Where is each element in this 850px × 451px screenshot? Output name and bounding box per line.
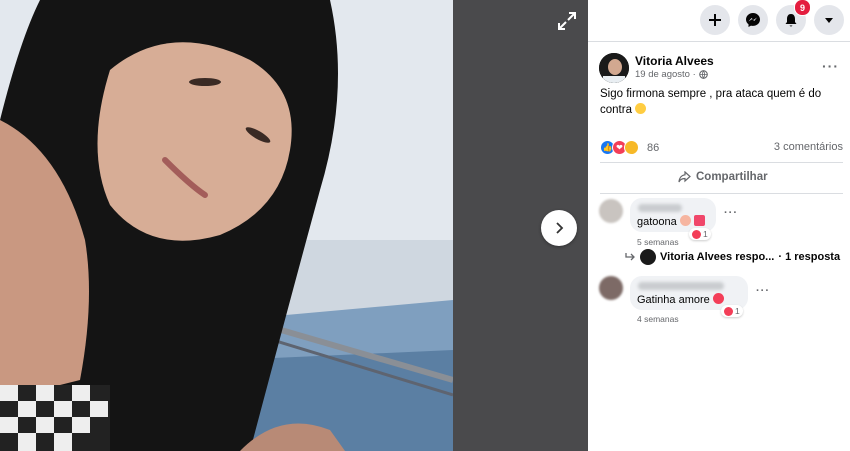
author-name[interactable]: Vitoria Alvees (635, 54, 714, 68)
author-avatar[interactable] (599, 53, 629, 83)
share-icon (678, 171, 691, 183)
hundred-emoji-icon (693, 215, 705, 226)
post-date-text: 19 de agosto · (635, 69, 696, 80)
reply-author: Vitoria Alvees respo... (660, 251, 775, 263)
share-label: Compartilhar (696, 171, 768, 183)
post-panel: 9 Vitoria Alvees 19 de agosto · ··· Sigo… (588, 0, 850, 451)
wow-icon (624, 140, 639, 155)
post-text: Sigo firmona sempre , pra ataca quem é d… (600, 88, 822, 116)
comment-likes-count: 1 (703, 229, 708, 239)
share-button[interactable]: Compartilhar (678, 171, 768, 183)
notification-badge: 9 (794, 0, 811, 16)
photo-viewer (0, 0, 588, 451)
reply-count: · 1 resposta (778, 251, 841, 263)
chevron-right-icon (556, 222, 564, 234)
comment-text-row: Gatinha amore (637, 293, 724, 306)
view-replies-link[interactable]: Vitoria Alvees respo... · 1 resposta (624, 249, 840, 265)
comment-options-icon[interactable]: ··· (724, 207, 738, 219)
divider (600, 193, 843, 194)
next-photo-button[interactable] (541, 210, 577, 246)
commenter-name-blurred (638, 204, 682, 212)
comment-bubble: gatoona (630, 198, 716, 232)
reply-arrow-icon (625, 253, 635, 261)
photo-illustration (0, 0, 453, 451)
comment-likes[interactable]: 1 (721, 305, 743, 317)
create-button[interactable] (700, 5, 730, 35)
account-menu-button[interactable] (814, 5, 844, 35)
grinning-emoji-icon (635, 103, 647, 114)
divider (588, 41, 850, 42)
caret-down-icon (825, 18, 833, 23)
post-text-block: Sigo firmona sempre , pra ataca quem é d… (600, 86, 840, 118)
love-icon (692, 229, 701, 239)
commenter-avatar[interactable] (599, 199, 623, 223)
post-options-icon[interactable]: ··· (822, 58, 839, 74)
expand-icon[interactable] (556, 10, 578, 32)
comment-text: gatoona (637, 216, 677, 228)
post-date[interactable]: 19 de agosto · (635, 69, 708, 80)
plus-icon (709, 14, 721, 26)
commenter-avatar[interactable] (599, 276, 623, 300)
comment-options-icon[interactable]: ··· (756, 285, 770, 297)
messenger-icon (746, 13, 760, 27)
comments-count[interactable]: 3 comentários (774, 141, 843, 153)
comment-likes[interactable]: 1 (689, 228, 711, 240)
heart-emoji-icon (712, 293, 724, 304)
comment-time[interactable]: 4 semanas (637, 314, 679, 324)
heart-eyes-emoji-icon (679, 215, 691, 226)
reaction-icons[interactable]: 👍 ❤ (600, 140, 639, 155)
reply-avatar (640, 249, 656, 265)
comment-likes-count: 1 (735, 306, 740, 316)
commenter-name-blurred (638, 282, 724, 290)
comment-text: Gatinha amore (637, 294, 710, 306)
post-photo (0, 0, 453, 451)
bell-icon (785, 13, 797, 26)
top-navigation: 9 (700, 0, 844, 35)
avatar-image (599, 53, 629, 83)
notifications-button[interactable]: 9 (776, 0, 811, 35)
divider (600, 162, 843, 163)
messenger-button[interactable] (738, 5, 768, 35)
comment-text-row: gatoona (637, 215, 705, 228)
globe-icon (698, 70, 708, 79)
comment-time[interactable]: 5 semanas (637, 237, 679, 247)
love-icon (724, 306, 733, 316)
reactions-count[interactable]: 86 (647, 142, 659, 154)
